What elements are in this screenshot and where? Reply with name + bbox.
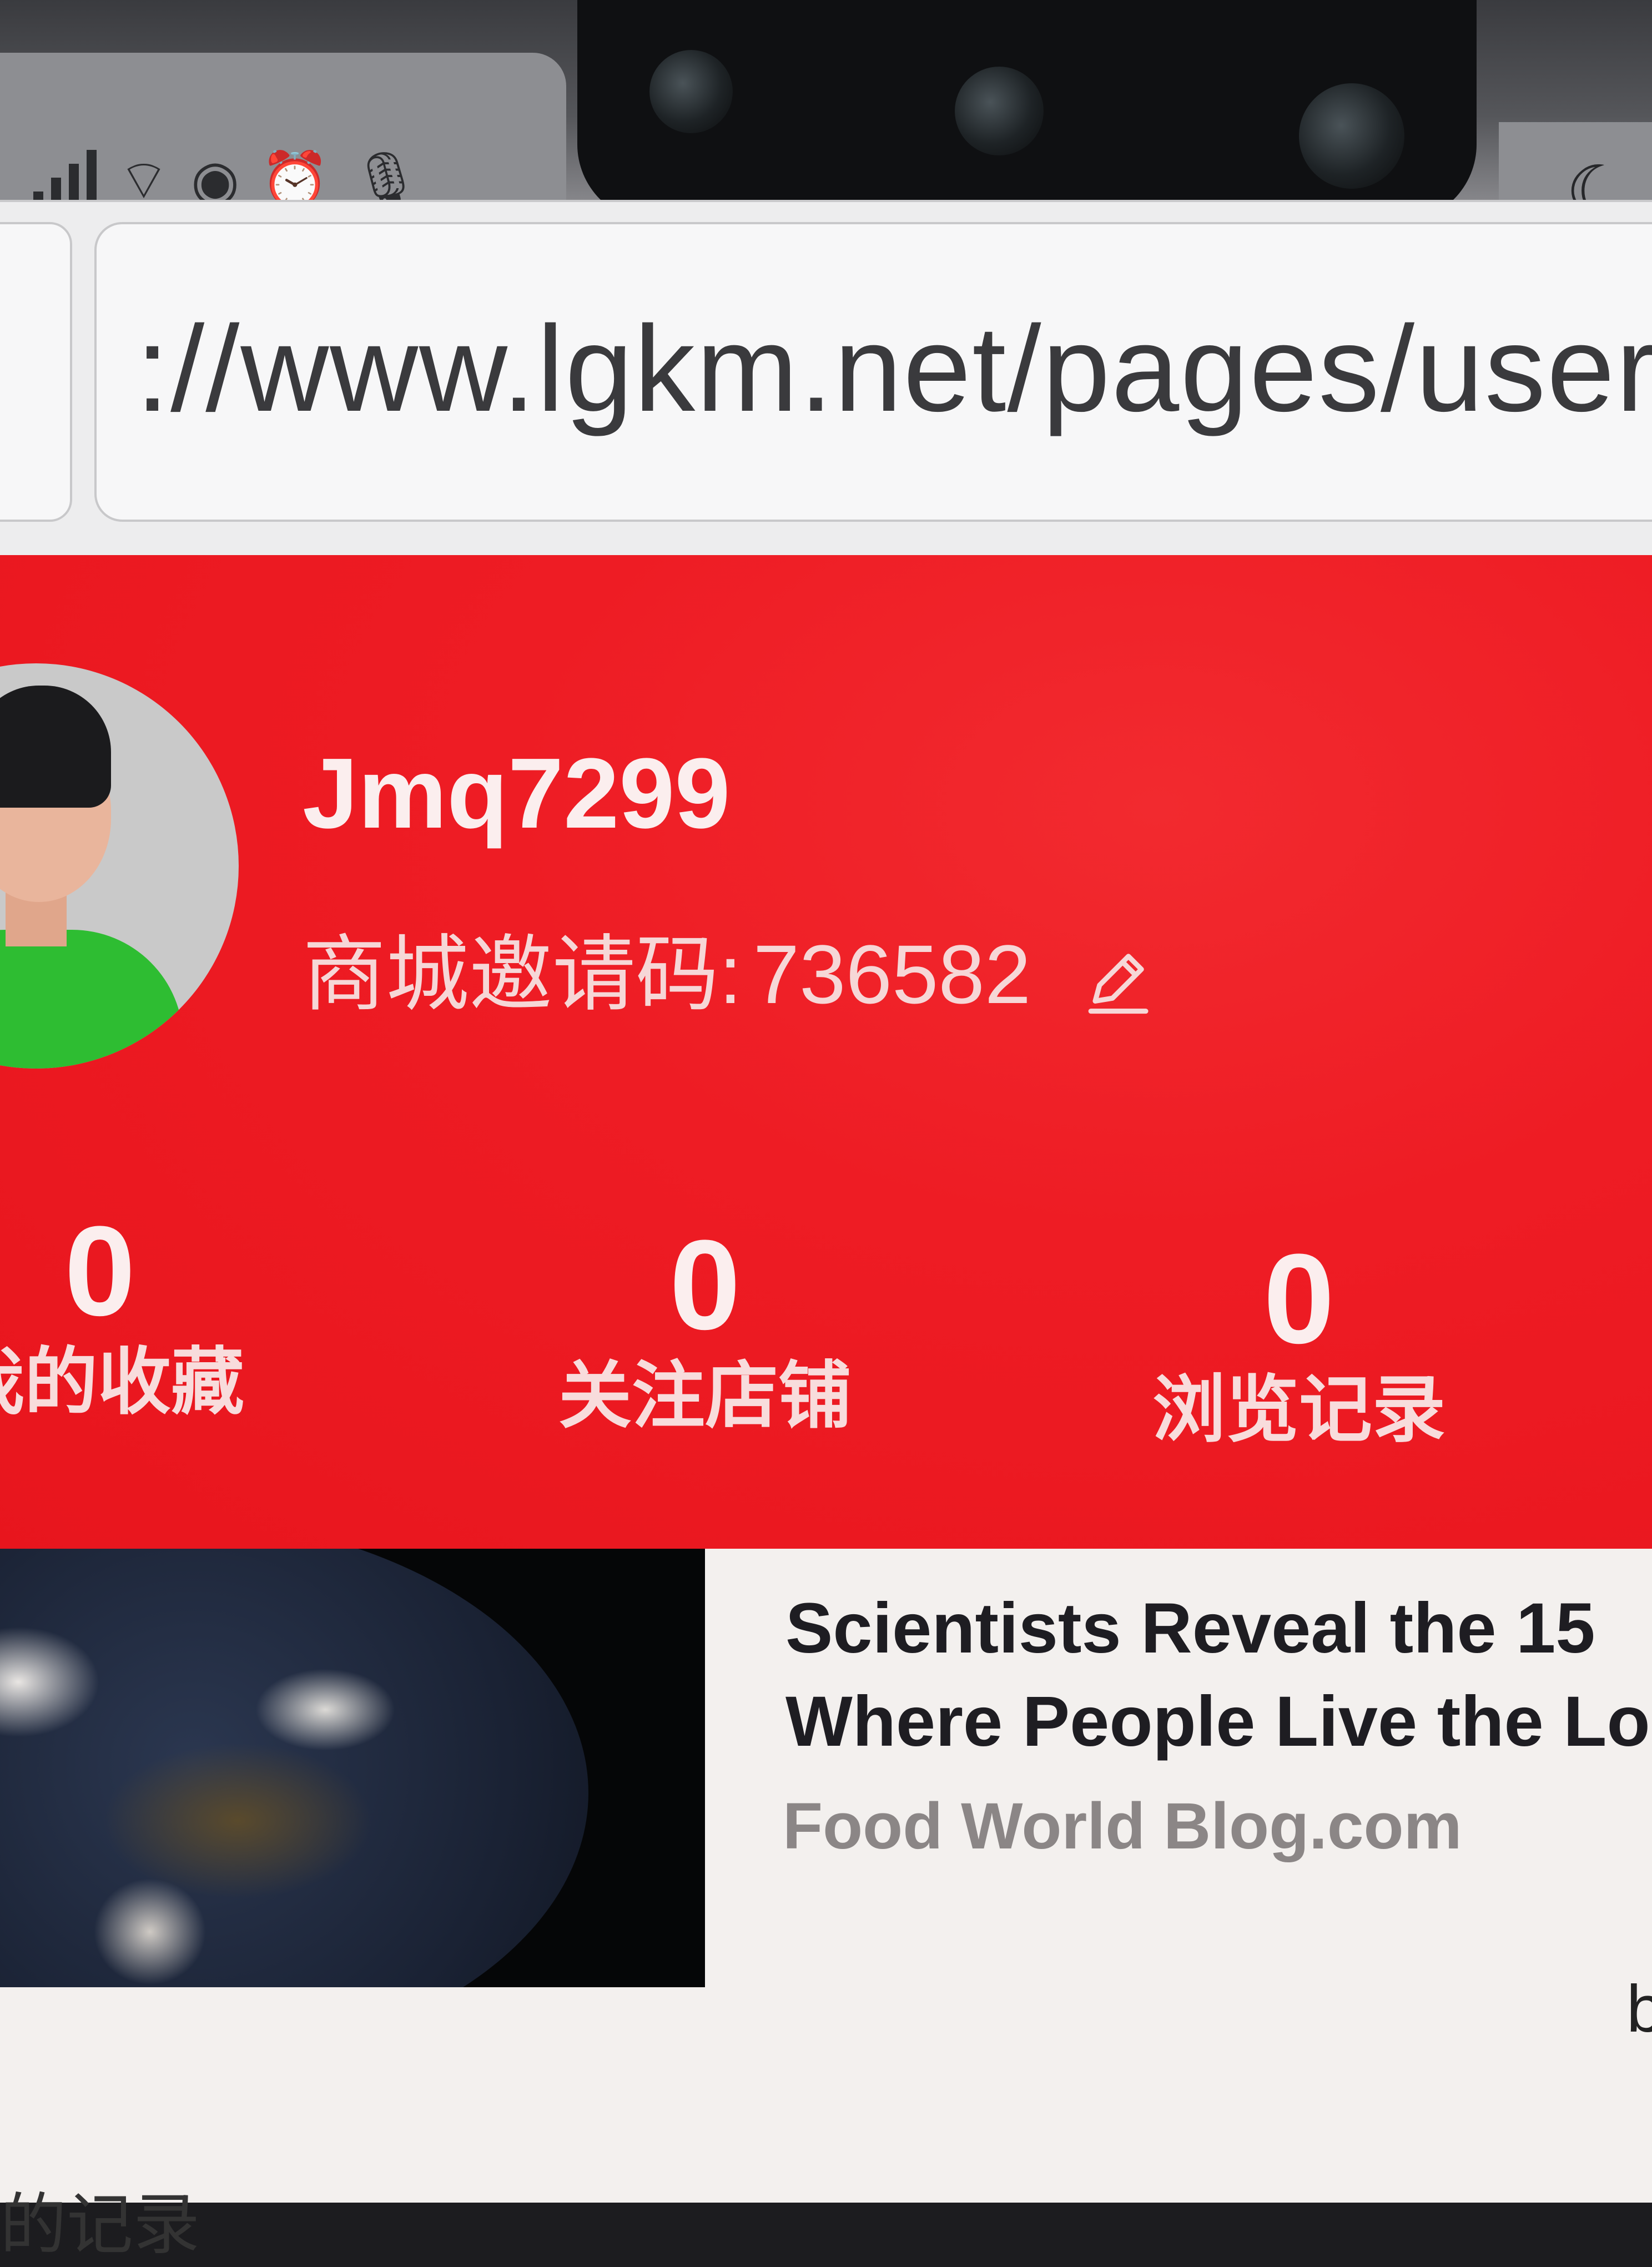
front-camera-2 (1299, 83, 1404, 189)
tab-button[interactable] (0, 222, 72, 522)
avatar-hair (0, 686, 111, 808)
ad-card[interactable]: Scientists Reveal the 15 Where People Li… (0, 1549, 1652, 2203)
front-sensor (955, 67, 1044, 155)
avatar[interactable] (0, 663, 239, 1069)
stat-favorites-label: 我的收藏 (0, 1341, 244, 1423)
invite-code-value: 736582 (753, 928, 1031, 1021)
phone-bezel: ⌔ ◉ ⏰ 🎙 ☾ (0, 0, 1652, 233)
invite-code-row: 商城邀请码: 736582 (303, 924, 1153, 1024)
stat-followed-stores-count: 0 (669, 1213, 741, 1356)
invite-code-label: 商城邀请码: (303, 928, 742, 1021)
camera-notch (577, 0, 1477, 222)
ad-trailing-fragment: b (1626, 1972, 1652, 2046)
stat-followed-stores-label: 关注店铺 (558, 1355, 852, 1437)
ad-title[interactable]: Scientists Reveal the 15 Where People Li… (785, 1582, 1652, 1769)
stat-favorites-count: 0 (64, 1200, 135, 1342)
stat-followed-stores[interactable]: 0 关注店铺 (544, 1218, 866, 1440)
stat-history[interactable]: 0 浏览记录 (1138, 1232, 1460, 1454)
username: Jmq7299 (303, 738, 731, 849)
status-icons: ⌔ ◉ ⏰ 🎙 (33, 147, 421, 208)
ad-title-line-1: Scientists Reveal the 15 (785, 1589, 1595, 1668)
url-text[interactable]: ://www.lgkm.net/pages/user/i (135, 296, 1652, 441)
stat-history-count: 0 (1263, 1227, 1334, 1370)
address-bar[interactable]: ://www.lgkm.net/pages/user/i (94, 222, 1652, 522)
ad-title-line-2: Where People Live the Lo (785, 1682, 1650, 1761)
bottom-text-fragment: 的记录 (0, 2188, 200, 2262)
stat-favorites[interactable]: 0 我的收藏 (0, 1205, 266, 1427)
avatar-shirt (0, 930, 183, 1069)
status-bar-left: ⌔ ◉ ⏰ 🎙 (0, 53, 566, 208)
ad-image-earth[interactable] (0, 1549, 705, 1987)
front-camera (649, 50, 733, 133)
ad-source: Food World Blog.com (783, 1790, 1462, 1863)
edit-pencil-icon[interactable] (1081, 938, 1153, 1014)
signal-icon (33, 147, 97, 208)
stat-history-label: 浏览记录 (1152, 1369, 1445, 1450)
earth-globe (0, 1549, 588, 1987)
profile-header: Jmq7299 商城邀请码: 736582 0 我的收藏 0 关注店铺 0 浏览… (0, 555, 1652, 1565)
